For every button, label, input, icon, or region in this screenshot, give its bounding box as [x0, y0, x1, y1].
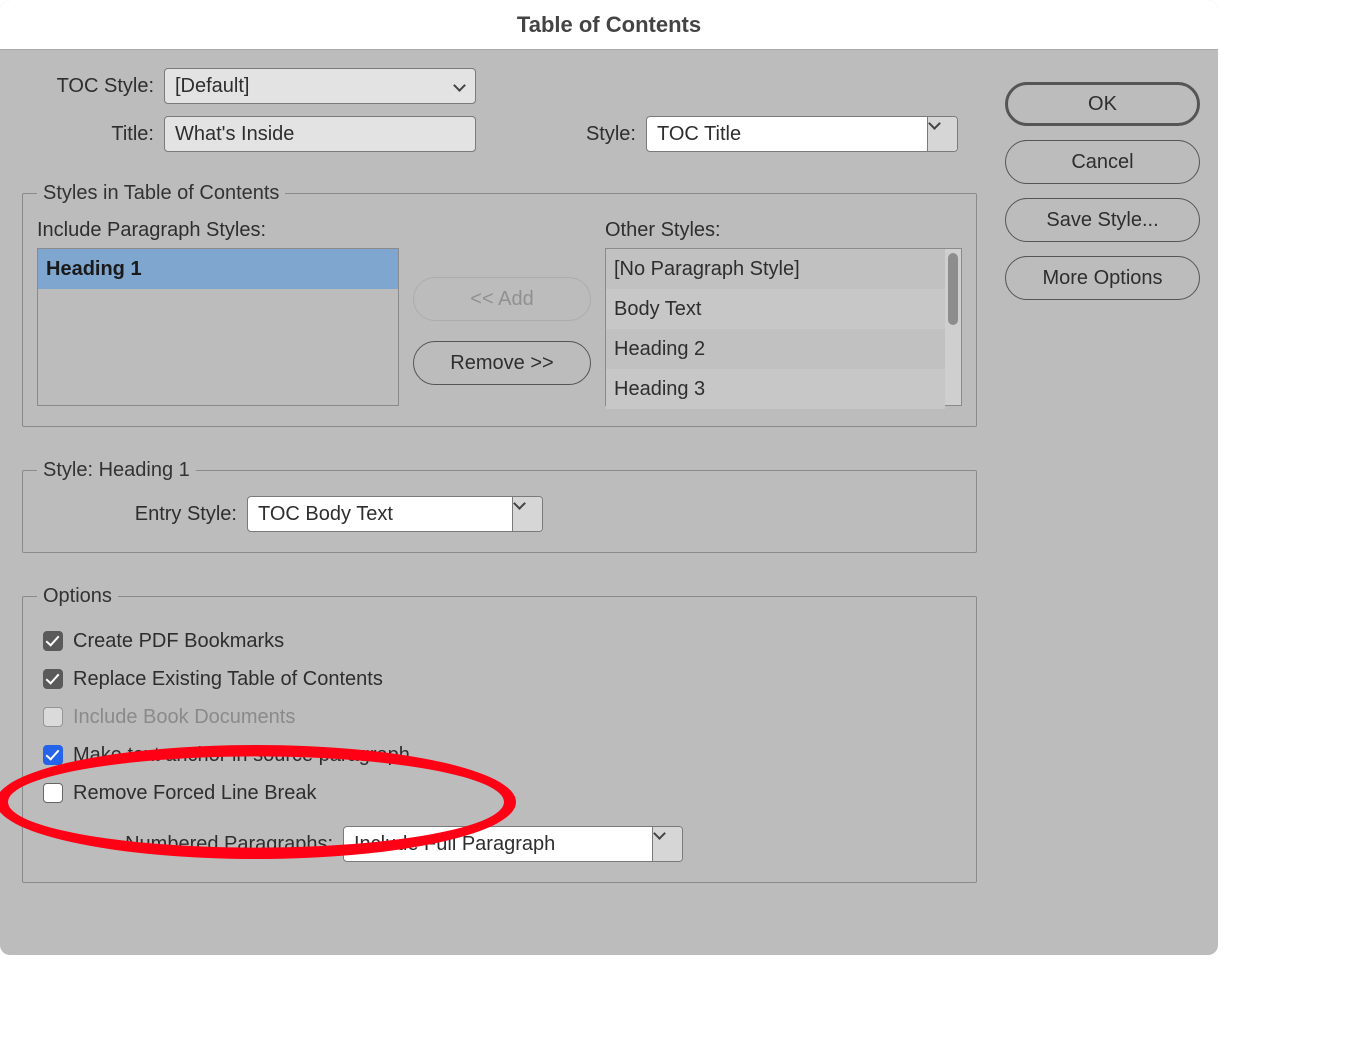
row-title-style: Title: What's Inside Style: TOC Title [22, 116, 977, 152]
label-style: Style: [476, 123, 636, 146]
chevron-down-icon [521, 507, 535, 521]
group-options: Options Create PDF Bookmarks Replace Exi… [22, 585, 977, 883]
list-other-styles[interactable]: [No Paragraph Style] Body Text Heading 2… [605, 248, 962, 406]
main-column: TOC Style: [Default] Title: What's Insid… [22, 68, 977, 883]
more-options-button[interactable]: More Options [1005, 256, 1200, 300]
dialog-title: Table of Contents [0, 0, 1218, 50]
input-title-value: What's Inside [175, 123, 294, 146]
dropdown-style[interactable]: TOC Title [646, 116, 958, 152]
side-buttons: OK Cancel Save Style... More Options [1005, 68, 1200, 883]
dropdown-numbered-value: Include Full Paragraph [354, 833, 555, 856]
checkbox-create-pdf[interactable]: Create PDF Bookmarks [43, 622, 962, 660]
dropdown-numbered-paragraphs[interactable]: Include Full Paragraph [343, 826, 683, 862]
dialog-window: Table of Contents TOC Style: [Default] T… [0, 0, 1218, 955]
checkbox-include-book: Include Book Documents [43, 698, 962, 736]
save-style-button[interactable]: Save Style... [1005, 198, 1200, 242]
checkbox-icon [43, 669, 63, 689]
dropdown-entry-style-button [512, 497, 542, 531]
checkbox-replace-existing[interactable]: Replace Existing Table of Contents [43, 660, 962, 698]
other-list-scroll: [No Paragraph Style] Body Text Heading 2… [606, 249, 945, 405]
include-column: Include Paragraph Styles: Heading 1 [37, 219, 399, 406]
chevron-down-icon [453, 79, 467, 93]
scrollbar[interactable] [945, 249, 961, 405]
checkbox-text-anchor[interactable]: Make text anchor in source paragraph [43, 736, 962, 774]
dropdown-style-value: TOC Title [657, 123, 741, 146]
label-title: Title: [22, 123, 154, 146]
row-toc-style: TOC Style: [Default] [22, 68, 977, 104]
group-style-entry: Style: Heading 1 Entry Style: TOC Body T… [22, 459, 977, 553]
label-include-styles: Include Paragraph Styles: [37, 219, 399, 242]
dropdown-numbered-button [652, 827, 682, 861]
checkbox-label: Make text anchor in source paragraph [73, 744, 410, 767]
checkbox-icon [43, 631, 63, 651]
group-styles-in-toc: Styles in Table of Contents Include Para… [22, 182, 977, 427]
scrollbar-thumb[interactable] [948, 253, 958, 325]
cancel-button[interactable]: Cancel [1005, 140, 1200, 184]
label-numbered-paragraphs: Numbered Paragraphs: [37, 833, 333, 856]
transfer-buttons: << Add Remove >> [413, 219, 591, 385]
list-item[interactable]: Body Text [606, 289, 945, 329]
dropdown-toc-style[interactable]: [Default] [164, 68, 476, 104]
list-item[interactable]: [No Paragraph Style] [606, 249, 945, 289]
add-button: << Add [413, 277, 591, 321]
label-entry-style: Entry Style: [37, 503, 237, 526]
dropdown-entry-style[interactable]: TOC Body Text [247, 496, 543, 532]
checkbox-icon [43, 783, 63, 803]
list-item[interactable]: Heading 1 [38, 249, 398, 289]
legend-options: Options [37, 585, 118, 608]
label-toc-style: TOC Style: [22, 75, 154, 98]
checkbox-icon [43, 707, 63, 727]
list-include-styles[interactable]: Heading 1 [37, 248, 399, 406]
list-item[interactable]: Heading 3 [606, 369, 945, 409]
checkbox-label: Remove Forced Line Break [73, 782, 316, 805]
checkbox-label: Replace Existing Table of Contents [73, 668, 383, 691]
dropdown-toc-style-value: [Default] [175, 75, 249, 98]
remove-button[interactable]: Remove >> [413, 341, 591, 385]
legend-styles: Styles in Table of Contents [37, 182, 285, 205]
checkbox-label: Create PDF Bookmarks [73, 630, 284, 653]
label-other-styles: Other Styles: [605, 219, 962, 242]
dropdown-entry-style-value: TOC Body Text [258, 503, 393, 526]
chevron-down-icon [661, 837, 675, 851]
checkbox-remove-forced[interactable]: Remove Forced Line Break [43, 774, 962, 812]
legend-entry: Style: Heading 1 [37, 459, 196, 482]
dropdown-style-button [927, 117, 957, 151]
chevron-down-icon [936, 127, 950, 141]
ok-button[interactable]: OK [1005, 82, 1200, 126]
checkbox-label: Include Book Documents [73, 706, 295, 729]
list-item[interactable]: Heading 2 [606, 329, 945, 369]
other-column: Other Styles: [No Paragraph Style] Body … [605, 219, 962, 406]
input-title[interactable]: What's Inside [164, 116, 476, 152]
dialog-body: TOC Style: [Default] Title: What's Insid… [0, 50, 1218, 901]
checkbox-icon [43, 745, 63, 765]
